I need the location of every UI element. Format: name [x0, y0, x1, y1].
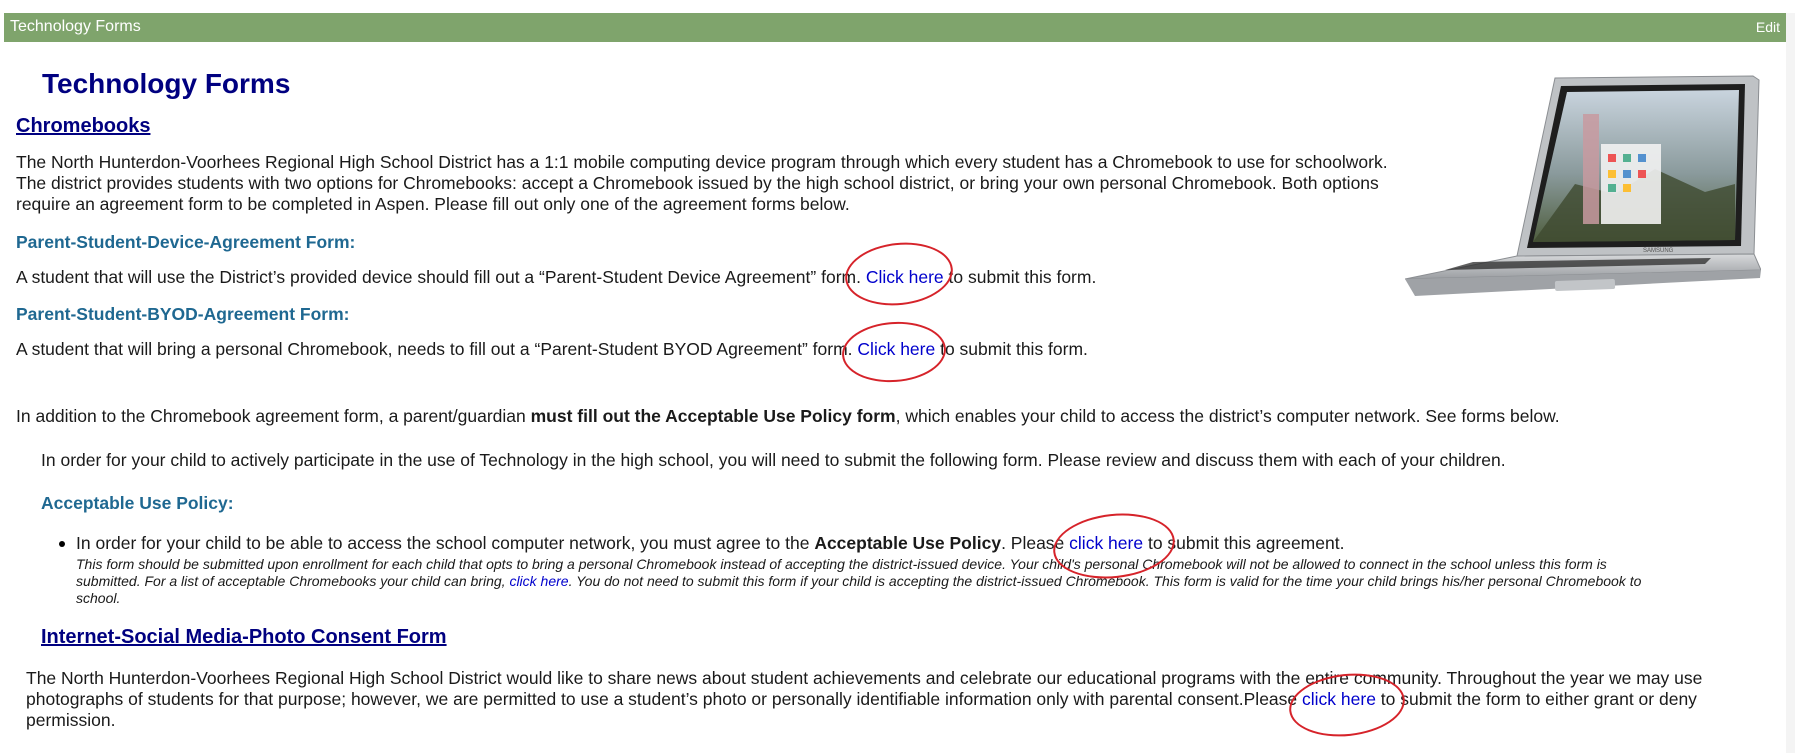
consent-line: permission. — [26, 710, 116, 730]
byod-text-after: to submit this form. — [935, 339, 1088, 359]
device-text-before: A student that will use the District’s p… — [16, 267, 866, 287]
annotation-circle — [840, 318, 948, 386]
aup-intro-before: In addition to the Chromebook agreement … — [16, 406, 531, 426]
top-strip — [0, 0, 1795, 12]
consent-heading[interactable]: Internet-Social Media-Photo Consent Form — [41, 626, 447, 649]
byod-text-before: A student that will bring a personal Chr… — [16, 339, 858, 359]
intro-line: The district provides students with two … — [16, 173, 1379, 193]
intro-line: require an agreement form to be complete… — [16, 194, 850, 214]
laptop-brand: SAMSUNG — [1643, 248, 1674, 254]
aup-heading: Acceptable Use Policy: — [41, 493, 234, 513]
chromebooks-intro: The North Hunterdon-Voorhees Regional Hi… — [16, 152, 1406, 215]
aup-note-line: submitted. For a list of acceptable Chro… — [76, 573, 1776, 590]
consent-text: The North Hunterdon-Voorhees Regional Hi… — [26, 668, 1776, 731]
aup-note: This form should be submitted upon enrol… — [76, 556, 1776, 607]
aup-note-before: submitted. For a list of acceptable Chro… — [76, 573, 510, 589]
aup-bullet-before: In order for your child to be able to ac… — [76, 533, 815, 553]
header-bar: Technology Forms Edit — [4, 13, 1786, 42]
aup-intro-text: In addition to the Chromebook agreement … — [16, 406, 1560, 427]
header-title: Technology Forms — [10, 18, 141, 35]
consent-line: The North Hunterdon-Voorhees Regional Hi… — [26, 668, 1703, 688]
device-form-heading: Parent-Student-Device-Agreement Form: — [16, 232, 356, 252]
aup-intro-bold: must fill out the Acceptable Use Policy … — [530, 406, 896, 426]
acceptable-chromebooks-link[interactable]: click here — [509, 573, 568, 589]
chromebooks-heading[interactable]: Chromebooks — [16, 115, 150, 138]
edit-link[interactable]: Edit — [1756, 19, 1780, 35]
aup-note-line: This form should be submitted upon enrol… — [76, 556, 1607, 572]
chromebook-laptop-image: SAMSUNG — [1405, 75, 1761, 296]
device-text-after: to submit this form. — [943, 267, 1097, 287]
byod-form-heading: Parent-Student-BYOD-Agreement Form: — [16, 304, 350, 324]
consent-before: photographs of students for that purpose… — [26, 689, 1303, 709]
bullet-dot — [59, 541, 65, 547]
consent-line: photographs of students for that purpose… — [26, 689, 1776, 710]
consent-after: to submit the form to either grant or de… — [1375, 689, 1697, 709]
intro-line: The North Hunterdon-Voorhees Regional Hi… — [16, 152, 1388, 172]
aup-bullet-bold: Acceptable Use Policy — [814, 533, 1002, 553]
aup-intro-after: , which enables your child to access the… — [895, 406, 1560, 426]
scroll-edge — [1786, 13, 1795, 753]
page-title: Technology Forms — [42, 68, 291, 99]
annotation-circle — [842, 237, 956, 311]
aup-note-line: school. — [76, 590, 121, 606]
participate-text: In order for your child to actively part… — [41, 450, 1506, 470]
